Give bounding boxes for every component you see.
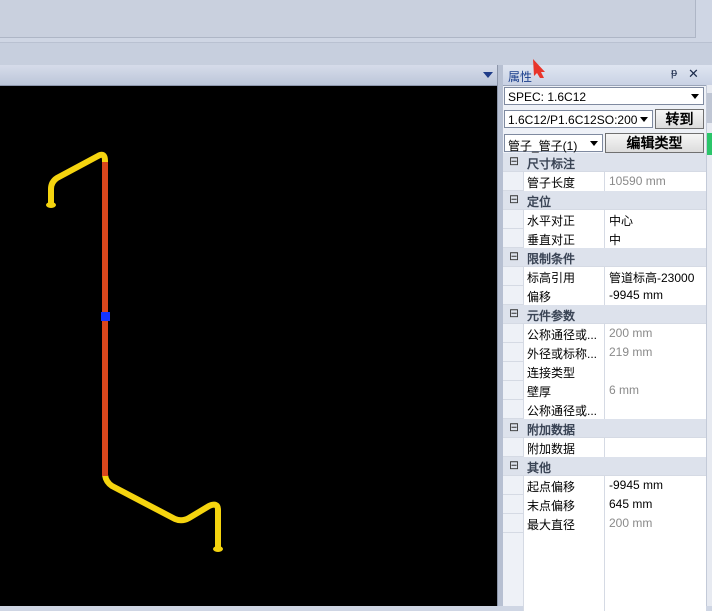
category-label: 元件参数: [527, 309, 576, 323]
panel-scrollbar[interactable]: [706, 85, 712, 606]
property-name: 管子长度: [523, 172, 605, 191]
collapse-toggle-icon[interactable]: ⊟: [509, 249, 519, 263]
status-indicator: [707, 133, 712, 155]
pipe-segment[interactable]: [48, 151, 108, 218]
property-name: 偏移: [523, 286, 605, 305]
category-label: 限制条件: [527, 252, 576, 266]
pipe-end-cap[interactable]: [213, 546, 223, 552]
goto-button[interactable]: 转到: [655, 109, 704, 129]
view-header: [0, 65, 499, 86]
property-grid: ⊟ 尺寸标注 管子长度 10590 mm ⊟ 定位 水平对正 中心 垂直对正中 ⊟ 限制条件 标高引用…: [503, 153, 706, 611]
pipe-end-cap[interactable]: [46, 202, 56, 208]
property-value[interactable]: 中: [605, 229, 706, 248]
size-select-value: 1.6C12/P1.6C12SO:200: [508, 113, 638, 127]
property-value: 6 mm: [605, 381, 706, 400]
spec-select-value: SPEC: 1.6C12: [508, 90, 587, 104]
chevron-down-icon: [640, 117, 648, 122]
property-name: 公称通径或...: [523, 324, 605, 343]
chevron-down-icon: [691, 94, 699, 99]
property-row[interactable]: 公称通径或...: [503, 400, 706, 419]
view-menu-dropdown-icon[interactable]: [483, 72, 493, 78]
property-name: 附加数据: [523, 438, 605, 457]
property-row[interactable]: 偏移 -9945 mm: [503, 286, 706, 305]
property-name: 水平对正: [523, 210, 605, 229]
category-label: 其他: [527, 461, 552, 475]
property-value[interactable]: -9945 mm: [605, 476, 706, 495]
property-value[interactable]: 645 mm: [605, 495, 706, 514]
close-icon[interactable]: ✕: [688, 66, 699, 82]
properties-panel: 属性 ᵽ ✕ SPEC: 1.6C12 1.6C12/P1.6C12SO:200…: [503, 65, 712, 611]
property-row[interactable]: 管子长度 10590 mm: [503, 172, 706, 191]
edit-type-button[interactable]: 编辑类型: [605, 133, 704, 153]
property-name: 公称通径或...: [523, 400, 605, 419]
empty-value-cell: [605, 533, 706, 611]
category-label: 定位: [527, 195, 552, 209]
collapse-toggle-icon[interactable]: ⊟: [509, 306, 519, 320]
property-name: 标高引用: [523, 267, 605, 286]
scrollbar-thumb[interactable]: [707, 93, 712, 123]
property-row[interactable]: 外径或标称... 219 mm: [503, 343, 706, 362]
property-row[interactable]: 垂直对正中: [503, 229, 706, 248]
type-select-value: 管子_管子(1): [508, 139, 578, 153]
pin-icon[interactable]: ᵽ: [671, 67, 677, 79]
size-select[interactable]: 1.6C12/P1.6C12SO:200: [504, 110, 653, 128]
property-value: 200 mm: [605, 324, 706, 343]
property-name: 外径或标称...: [523, 343, 605, 362]
category-row[interactable]: ⊟ 元件参数: [503, 305, 706, 324]
pipe-model[interactable]: [0, 86, 497, 606]
property-row[interactable]: 最大直径 200 mm: [503, 514, 706, 533]
property-value: 10590 mm: [605, 172, 706, 191]
category-row[interactable]: ⊟ 限制条件: [503, 248, 706, 267]
property-value: 200 mm: [605, 514, 706, 533]
property-name: 壁厚: [523, 381, 605, 400]
property-name: 最大直径: [523, 514, 605, 533]
property-row[interactable]: 公称通径或... 200 mm: [503, 324, 706, 343]
category-row[interactable]: ⊟ 附加数据: [503, 419, 706, 438]
collapse-toggle-icon[interactable]: ⊟: [509, 420, 519, 434]
spec-select[interactable]: SPEC: 1.6C12: [504, 87, 704, 105]
property-name: 连接类型: [523, 362, 605, 381]
empty-name-cell: [523, 533, 605, 611]
collapse-toggle-icon[interactable]: ⊟: [509, 458, 519, 472]
chevron-down-icon: [590, 141, 598, 146]
tab-strip: [0, 42, 712, 65]
collapse-toggle-icon[interactable]: ⊟: [509, 154, 519, 168]
property-name: 起点偏移: [523, 476, 605, 495]
property-name: 末点偏移: [523, 495, 605, 514]
property-row[interactable]: 末点偏移 645 mm: [503, 495, 706, 514]
property-grid-empty: [503, 533, 706, 611]
property-row[interactable]: 连接类型TUB...: [503, 362, 706, 381]
3d-viewport[interactable]: [0, 86, 497, 606]
ribbon-panel: [0, 0, 696, 38]
property-value[interactable]: [605, 400, 706, 419]
annotation-arrow-icon: [533, 59, 545, 78]
category-row[interactable]: ⊟ 其他: [503, 457, 706, 476]
category-label: 附加数据: [527, 423, 576, 437]
type-select[interactable]: 管子_管子(1): [504, 134, 603, 153]
property-value[interactable]: -9945 mm: [605, 286, 706, 305]
category-label: 尺寸标注: [527, 157, 576, 171]
category-row[interactable]: ⊟ 尺寸标注: [503, 153, 706, 172]
property-row[interactable]: 水平对正 中心: [503, 210, 706, 229]
category-row[interactable]: ⊟ 定位: [503, 191, 706, 210]
property-name: 垂直对正: [523, 229, 605, 248]
property-row[interactable]: 附加数据编辑: [503, 438, 706, 457]
pipe-segment[interactable]: [102, 472, 221, 551]
property-value: 219 mm: [605, 343, 706, 362]
property-value[interactable]: 管道标高-23000: [605, 267, 706, 286]
collapse-toggle-icon[interactable]: ⊟: [509, 192, 519, 206]
property-value: TUB...: [605, 362, 706, 381]
property-row[interactable]: 起点偏移 -9945 mm: [503, 476, 706, 495]
pipe-grip-handle[interactable]: [101, 312, 110, 321]
property-row[interactable]: 标高引用 管道标高-23000: [503, 267, 706, 286]
ribbon-area: [0, 0, 712, 42]
property-row[interactable]: 壁厚 6 mm: [503, 381, 706, 400]
property-value: 编辑: [605, 438, 706, 457]
property-value[interactable]: 中心: [605, 210, 706, 229]
